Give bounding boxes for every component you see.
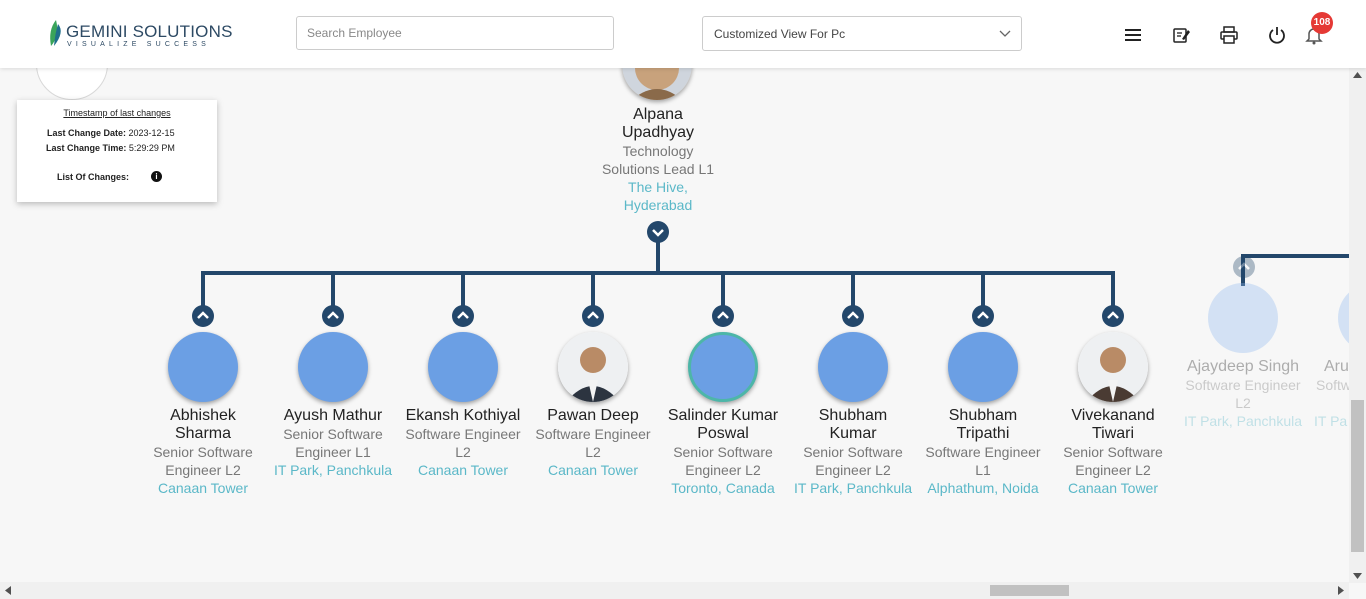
last-change-time: Last Change Time: 5:29:29 PM <box>46 143 175 153</box>
report-card: Shubham Kumar Senior Software Engineer L2 IT… <box>788 407 918 497</box>
faded-node-card: Ajaydeep Singh Software Engineer L2 IT P… <box>1178 358 1308 430</box>
chevron-down-icon <box>999 30 1011 37</box>
report-avatar[interactable] <box>168 332 238 402</box>
report-name: Shubham <box>818 407 888 424</box>
report-avatar[interactable] <box>818 332 888 402</box>
timestamp-title: Timestamp of last changes <box>63 108 171 118</box>
report-avatar[interactable] <box>1078 332 1148 402</box>
report-expand-icon[interactable] <box>972 305 994 327</box>
leaf-icon <box>50 20 61 46</box>
faded-name: Ajaydeep Singh <box>1186 358 1300 375</box>
report-expand-icon[interactable] <box>452 305 474 327</box>
report-location: Toronto, Canada <box>671 480 775 496</box>
horizontal-scrollbar[interactable] <box>0 582 1349 599</box>
report-expand-icon[interactable] <box>192 305 214 327</box>
report-expand-icon[interactable] <box>712 305 734 327</box>
report-name: Tripathi <box>956 425 1010 442</box>
faded-expand-icon[interactable] <box>1233 256 1255 278</box>
report-name: Sharma <box>174 425 232 442</box>
scroll-left-icon[interactable] <box>4 586 12 595</box>
report-title: Senior Software <box>283 426 383 442</box>
report-title: L2 <box>585 444 601 460</box>
view-select[interactable]: Customized View For Pc <box>702 16 1022 51</box>
report-card: Vivekanand Tiwari Senior Software Engineer … <box>1048 407 1178 497</box>
report-location: Canaan Tower <box>417 462 509 478</box>
report-location: IT Park, Panchkula <box>273 462 393 478</box>
faded-title-line1: Software Engineer <box>1185 377 1301 393</box>
horizontal-scroll-thumb[interactable] <box>990 585 1069 596</box>
company-logo[interactable]: GEMINI SOLUTIONS VISUALIZE SUCCESS <box>46 17 232 51</box>
report-title: Senior Software <box>673 444 773 460</box>
report-title: Engineer L2 <box>1075 462 1151 478</box>
power-icon[interactable] <box>1267 25 1287 45</box>
report-title: L1 <box>975 462 991 478</box>
report-avatar[interactable] <box>558 332 628 402</box>
notification-badge[interactable]: 108 <box>1311 12 1333 34</box>
report-card: Salinder Kumar Poswal Senior Software Engin… <box>658 407 788 497</box>
edit-note-icon[interactable] <box>1171 25 1191 45</box>
report-name: Shubham <box>948 407 1018 424</box>
report-card: Pawan Deep Software Engineer L2 Canaan Towe… <box>528 407 658 479</box>
report-title: Engineer L2 <box>815 462 891 478</box>
print-icon[interactable] <box>1219 25 1239 45</box>
report-title: Engineer L1 <box>295 444 371 460</box>
org-connectors <box>201 242 1350 306</box>
report-title: Senior Software <box>803 444 903 460</box>
scroll-right-icon[interactable] <box>1337 586 1345 595</box>
menu-icon[interactable] <box>1123 25 1143 45</box>
report-card: Shubham Tripathi Software Engineer L1 Alphat… <box>918 407 1048 497</box>
faded-location: IT Park, Panchkula <box>1183 413 1303 429</box>
last-change-date: Last Change Date: 2023-12-15 <box>47 128 175 138</box>
report-location: Canaan Tower <box>1067 480 1159 496</box>
report-avatar[interactable] <box>948 332 1018 402</box>
report-avatar[interactable] <box>298 332 368 402</box>
report-name: Kumar <box>829 425 877 442</box>
report-location: Alphathum, Noida <box>927 480 1039 496</box>
info-icon[interactable]: i <box>151 171 162 182</box>
top-header: GEMINI SOLUTIONS VISUALIZE SUCCESS Custo… <box>0 0 1366 68</box>
report-expand-icon[interactable] <box>842 305 864 327</box>
report-name: Pawan Deep <box>547 407 639 424</box>
report-location: Canaan Tower <box>157 480 249 496</box>
report-title: Software Engineer <box>925 444 1041 460</box>
report-card: Ekansh Kothiyal Software Engineer L2 Canaan… <box>398 407 528 479</box>
report-avatar[interactable] <box>428 332 498 402</box>
report-name: Abhishek <box>170 407 236 424</box>
vertical-scroll-thumb[interactable] <box>1351 400 1364 552</box>
report-title: Senior Software <box>1063 444 1163 460</box>
report-name: Salinder Kumar <box>667 407 779 424</box>
faded-title-line2: L2 <box>1235 395 1251 411</box>
report-expand-icon[interactable] <box>1102 305 1124 327</box>
report-title: Software Engineer <box>405 426 521 442</box>
view-select-value: Customized View For Pc <box>714 27 846 41</box>
report-title: Software Engineer <box>535 426 651 442</box>
report-card: Abhishek Sharma Senior Software Engineer L2… <box>138 407 268 497</box>
report-name: Ekansh Kothiyal <box>405 407 521 424</box>
report-expand-icon[interactable] <box>322 305 344 327</box>
report-title: Engineer L2 <box>685 462 761 478</box>
faded-avatar[interactable] <box>1208 283 1278 353</box>
search-input[interactable] <box>296 16 614 50</box>
report-location: IT Park, Panchkula <box>793 480 913 496</box>
manager-collapse-icon[interactable] <box>647 221 669 243</box>
report-name: Ayush Mathur <box>283 407 383 424</box>
report-name: Poswal <box>697 425 749 442</box>
scroll-down-icon[interactable] <box>1353 572 1362 580</box>
timestamp-panel: Timestamp of last changes Last Change Da… <box>17 100 217 202</box>
report-title: Engineer L2 <box>165 462 241 478</box>
report-expand-icon[interactable] <box>582 305 604 327</box>
list-of-changes-label: List Of Changes: <box>57 172 130 182</box>
report-name: Tiwari <box>1091 425 1135 442</box>
report-title: L2 <box>455 444 471 460</box>
report-name: Vivekanand <box>1071 407 1155 424</box>
report-title: Senior Software <box>153 444 253 460</box>
report-avatar[interactable] <box>688 332 758 402</box>
report-location: Canaan Tower <box>547 462 639 478</box>
report-card: Ayush Mathur Senior Software Engineer L1 IT… <box>268 407 398 479</box>
scroll-up-icon[interactable] <box>1353 71 1362 79</box>
